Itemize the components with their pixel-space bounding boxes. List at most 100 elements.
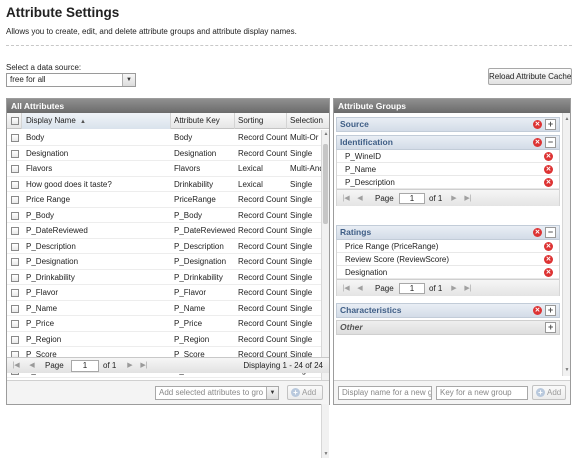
divider bbox=[6, 45, 572, 46]
last-page-icon[interactable]: ▶| bbox=[139, 358, 149, 374]
chevron-down-icon[interactable]: ▼ bbox=[122, 74, 135, 86]
table-row[interactable]: P_Designation P_Designation Record Count Si… bbox=[7, 254, 321, 270]
minus-box-icon[interactable]: − bbox=[545, 137, 556, 148]
scroll-up-icon[interactable]: ▲ bbox=[563, 115, 571, 123]
cell-display-name: P_Drinkability bbox=[26, 272, 75, 282]
row-checkbox[interactable] bbox=[11, 211, 19, 220]
row-checkbox[interactable] bbox=[11, 134, 19, 142]
page-number-input[interactable]: 1 bbox=[399, 283, 425, 294]
column-header-selection[interactable]: Selection bbox=[287, 113, 329, 129]
scroll-down-icon[interactable]: ▼ bbox=[563, 366, 571, 374]
table-row[interactable]: Body Body Record Count Multi-Or bbox=[7, 130, 321, 146]
group-item[interactable]: P_Name ✕ bbox=[337, 163, 559, 176]
row-checkbox[interactable] bbox=[11, 242, 19, 251]
add-group-button[interactable]: + Add bbox=[532, 385, 566, 400]
remove-icon[interactable]: ✕ bbox=[544, 165, 553, 174]
group-header-ratings[interactable]: Ratings ✕ − bbox=[336, 225, 560, 240]
data-source-select[interactable]: free for all ▼ bbox=[6, 73, 136, 87]
prev-page-icon[interactable]: ◀ bbox=[27, 358, 37, 374]
table-row[interactable]: P_Description P_Description Record Count Si… bbox=[7, 239, 321, 254]
group-item[interactable]: Price Range (PriceRange) ✕ bbox=[337, 240, 559, 253]
table-row[interactable]: Price Range PriceRange Record Count Single bbox=[7, 192, 321, 208]
row-checkbox[interactable] bbox=[11, 165, 19, 173]
plus-box-icon[interactable]: + bbox=[545, 305, 556, 316]
remove-icon[interactable]: ✕ bbox=[533, 228, 542, 237]
plus-box-icon[interactable]: + bbox=[545, 322, 556, 333]
remove-icon[interactable]: ✕ bbox=[544, 268, 553, 277]
next-page-icon[interactable]: ▶ bbox=[125, 358, 135, 374]
scroll-down-icon[interactable]: ▼ bbox=[322, 450, 330, 458]
group-header-other[interactable]: Other + bbox=[336, 320, 560, 335]
select-all-checkbox[interactable] bbox=[11, 117, 19, 125]
group-pager: |◀ ◀ Page 1 of 1 ▶ ▶| bbox=[337, 279, 559, 296]
group-header-characteristics[interactable]: Characteristics ✕ + bbox=[336, 303, 560, 318]
scroll-up-icon[interactable]: ▲ bbox=[322, 130, 330, 138]
chevron-down-icon[interactable]: ▼ bbox=[266, 387, 278, 399]
plus-box-icon[interactable]: + bbox=[545, 119, 556, 130]
remove-icon[interactable]: ✕ bbox=[544, 178, 553, 187]
reload-attribute-cache-button[interactable]: Reload Attribute Cache bbox=[488, 68, 572, 85]
last-page-icon[interactable]: ▶| bbox=[463, 190, 473, 207]
group-header-source[interactable]: Source ✕ + bbox=[336, 117, 560, 132]
prev-page-icon[interactable]: ◀ bbox=[355, 190, 365, 207]
cell-attribute-key: P_Designation bbox=[174, 257, 227, 266]
row-checkbox[interactable] bbox=[11, 273, 19, 282]
first-page-icon[interactable]: |◀ bbox=[341, 190, 351, 207]
new-group-display-name-input[interactable]: Display name for a new gro bbox=[338, 386, 432, 400]
row-checkbox[interactable] bbox=[11, 180, 19, 189]
next-page-icon[interactable]: ▶ bbox=[449, 280, 459, 297]
table-row[interactable]: P_Region P_Region Record Count Single bbox=[7, 332, 321, 347]
first-page-icon[interactable]: |◀ bbox=[341, 280, 351, 297]
first-page-icon[interactable]: |◀ bbox=[11, 358, 21, 374]
group-item[interactable]: P_WineID ✕ bbox=[337, 150, 559, 163]
cell-attribute-key: P_Description bbox=[174, 241, 224, 251]
add-to-group-select[interactable]: Add selected attributes to gro ▼ bbox=[155, 386, 279, 400]
table-row[interactable]: P_Name P_Name Record Count Single bbox=[7, 301, 321, 316]
row-checkbox[interactable] bbox=[11, 196, 19, 204]
group-item[interactable]: Review Score (ReviewScore) ✕ bbox=[337, 253, 559, 266]
row-checkbox[interactable] bbox=[11, 227, 19, 235]
row-checkbox[interactable] bbox=[11, 289, 19, 297]
table-row[interactable]: Flavors Flavors Lexical Multi-And bbox=[7, 161, 321, 177]
minus-box-icon[interactable]: − bbox=[545, 227, 556, 238]
row-checkbox[interactable] bbox=[11, 320, 19, 328]
column-header-sorting[interactable]: Sorting bbox=[235, 113, 287, 129]
remove-icon[interactable]: ✕ bbox=[544, 255, 553, 264]
add-to-group-button[interactable]: + Add bbox=[287, 385, 323, 400]
group-body-identification: P_WineID ✕ P_Name ✕ P_Description ✕ |◀ ◀… bbox=[336, 150, 560, 206]
cell-selection: Single bbox=[290, 148, 313, 158]
grid-pager: |◀ ◀ Page 1 of 1 ▶ ▶| Displaying 1 - 24 … bbox=[7, 357, 329, 373]
groups-scrollbar[interactable]: ▲ ▼ bbox=[562, 113, 570, 376]
table-row[interactable]: P_Body P_Body Record Count Single bbox=[7, 208, 321, 223]
table-row[interactable]: How good does it taste? Drinkability Lexic… bbox=[7, 177, 321, 192]
row-checkbox[interactable] bbox=[11, 335, 19, 344]
last-page-icon[interactable]: ▶| bbox=[463, 280, 473, 297]
remove-icon[interactable]: ✕ bbox=[544, 242, 553, 251]
group-item[interactable]: Designation ✕ bbox=[337, 266, 559, 279]
column-header-attribute-key[interactable]: Attribute Key bbox=[171, 113, 235, 129]
remove-icon[interactable]: ✕ bbox=[533, 138, 542, 147]
next-page-icon[interactable]: ▶ bbox=[449, 190, 459, 207]
cell-sorting: Record Count bbox=[238, 133, 287, 142]
remove-icon[interactable]: ✕ bbox=[533, 306, 542, 315]
row-checkbox[interactable] bbox=[11, 258, 19, 266]
table-row[interactable]: P_Drinkability P_Drinkability Record Count… bbox=[7, 270, 321, 285]
row-checkbox[interactable] bbox=[11, 304, 19, 313]
cell-selection: Single bbox=[290, 303, 313, 313]
scrollbar-thumb[interactable] bbox=[323, 144, 328, 224]
page-number-input[interactable]: 1 bbox=[399, 193, 425, 204]
new-group-key-input[interactable]: Key for a new group bbox=[436, 386, 528, 400]
page-number-input[interactable]: 1 bbox=[71, 360, 99, 372]
remove-icon[interactable]: ✕ bbox=[544, 152, 553, 161]
table-row[interactable]: P_DateReviewed P_DateReviewed Record Count… bbox=[7, 223, 321, 239]
table-row[interactable]: P_Flavor P_Flavor Record Count Single bbox=[7, 285, 321, 301]
table-row[interactable]: Designation Designation Record Count Single bbox=[7, 146, 321, 161]
prev-page-icon[interactable]: ◀ bbox=[355, 280, 365, 297]
table-row[interactable]: P_Price P_Price Record Count Single bbox=[7, 316, 321, 332]
add-button-label: Add bbox=[547, 388, 562, 397]
group-item[interactable]: P_Description ✕ bbox=[337, 176, 559, 189]
row-checkbox[interactable] bbox=[11, 149, 19, 158]
group-header-identification[interactable]: Identification ✕ − bbox=[336, 135, 560, 150]
remove-icon[interactable]: ✕ bbox=[533, 120, 542, 129]
column-header-display-name[interactable]: Display Name ▲ bbox=[22, 113, 171, 129]
